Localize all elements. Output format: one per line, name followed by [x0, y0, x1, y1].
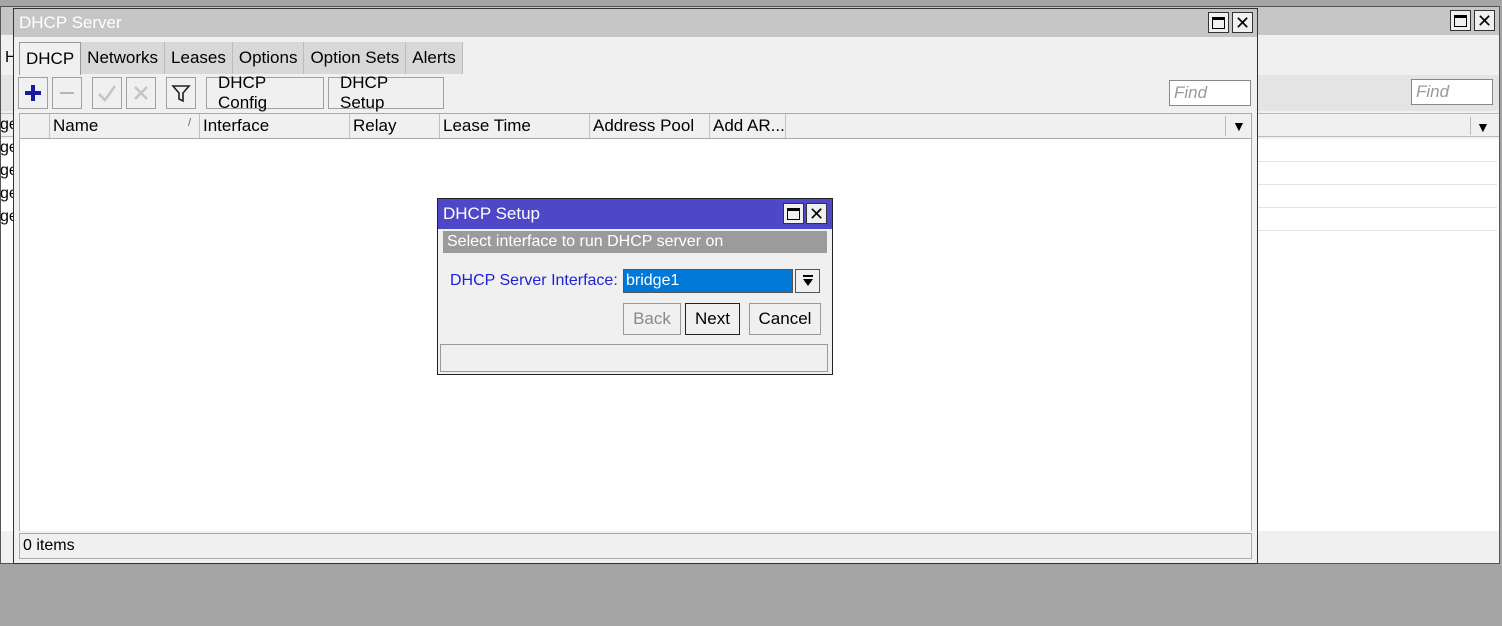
- enable-button[interactable]: [92, 77, 122, 109]
- column-header-name[interactable]: Name /: [50, 114, 200, 138]
- dialog-title[interactable]: DHCP Setup: [438, 199, 832, 229]
- dialog-subtitle: Select interface to run DHCP server on: [443, 231, 827, 253]
- cancel-button[interactable]: Cancel: [749, 303, 821, 335]
- maximize-icon: [1454, 14, 1467, 27]
- filter-icon: [171, 85, 191, 103]
- window-title[interactable]: DHCP Server: [14, 9, 1257, 37]
- column-header-add-arp[interactable]: Add AR...: [710, 114, 786, 138]
- dhcp-setup-dialog: DHCP Setup ✕ Select interface to run DHC…: [437, 198, 833, 375]
- plus-icon: [25, 85, 41, 101]
- close-icon: ✕: [808, 203, 825, 224]
- bg-close-button[interactable]: ✕: [1474, 10, 1495, 31]
- bg-table-row[interactable]: [1257, 162, 1497, 185]
- bg-header-divider: [1470, 117, 1471, 135]
- dialog-status-field: [440, 344, 828, 372]
- dhcp-config-button[interactable]: DHCP Config: [206, 73, 324, 112]
- interface-select[interactable]: bridge1: [623, 269, 793, 293]
- column-header-interface[interactable]: Interface: [200, 114, 350, 138]
- grid-header: Name / Interface Relay Lease Time Addres…: [19, 113, 1252, 139]
- cross-icon: [134, 86, 148, 100]
- bg-column-chooser-icon[interactable]: ▼: [1476, 119, 1490, 135]
- remove-button[interactable]: [52, 77, 82, 109]
- add-button[interactable]: [18, 77, 48, 109]
- maximize-icon: [787, 207, 800, 220]
- tab-bar: DHCP Networks Leases Options Option Sets…: [19, 42, 463, 75]
- back-button[interactable]: Back: [623, 303, 681, 335]
- status-bar: 0 items: [19, 533, 1252, 559]
- dialog-close-button[interactable]: ✕: [806, 203, 827, 224]
- column-header-relay[interactable]: Relay: [350, 114, 440, 138]
- header-divider: [1225, 116, 1226, 136]
- tab-option-sets[interactable]: Option Sets: [304, 42, 407, 74]
- find-input[interactable]: Find: [1169, 80, 1251, 106]
- tab-alerts[interactable]: Alerts: [406, 42, 463, 74]
- maximize-button[interactable]: [1208, 12, 1229, 33]
- tab-networks[interactable]: Networks: [81, 42, 166, 74]
- bg-table-row[interactable]: [1257, 185, 1497, 208]
- minus-icon: [60, 92, 74, 94]
- dropdown-arrow-icon: [802, 275, 813, 286]
- column-header-lease-time[interactable]: Lease Time: [440, 114, 590, 138]
- bg-table-row[interactable]: [1257, 139, 1497, 162]
- column-chooser-icon[interactable]: ▼: [1232, 118, 1246, 134]
- tab-leases[interactable]: Leases: [165, 42, 233, 74]
- next-button[interactable]: Next: [685, 303, 740, 335]
- bg-table-row[interactable]: [1257, 208, 1497, 231]
- check-icon: [98, 85, 117, 102]
- interface-field-label: DHCP Server Interface:: [450, 272, 618, 289]
- column-header-address-pool[interactable]: Address Pool: [590, 114, 710, 138]
- dialog-maximize-button[interactable]: [783, 203, 804, 224]
- bg-maximize-button[interactable]: [1450, 10, 1471, 31]
- tab-options[interactable]: Options: [232, 42, 305, 74]
- disable-button[interactable]: [126, 77, 156, 109]
- interface-dropdown-button[interactable]: [795, 269, 820, 293]
- column-header-indicator[interactable]: [20, 114, 50, 138]
- bg-find-input[interactable]: Find: [1411, 79, 1493, 105]
- close-icon: ✕: [1234, 12, 1251, 33]
- column-header-label: Name: [53, 116, 99, 135]
- close-icon: ✕: [1476, 10, 1493, 31]
- sort-indicator-icon: /: [187, 117, 191, 129]
- tab-dhcp[interactable]: DHCP: [19, 42, 82, 75]
- close-button[interactable]: ✕: [1232, 12, 1253, 33]
- maximize-icon: [1212, 16, 1225, 29]
- dhcp-setup-button[interactable]: DHCP Setup: [328, 73, 444, 112]
- filter-button[interactable]: [166, 77, 196, 109]
